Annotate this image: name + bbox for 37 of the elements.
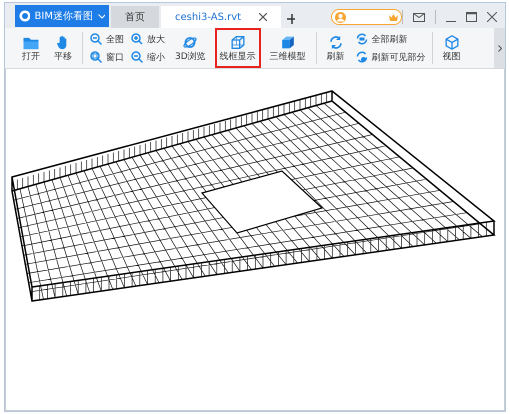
folder-icon bbox=[22, 35, 40, 50]
toolbar-button[interactable]: 刷新可见部分 bbox=[354, 50, 426, 64]
user-account-field[interactable] bbox=[330, 9, 402, 25]
wireframe-cube-icon bbox=[228, 35, 247, 50]
close-tab-icon[interactable] bbox=[259, 13, 267, 21]
refresh-all-icon bbox=[354, 32, 369, 46]
app-title: BIM迷你看图 bbox=[34, 10, 93, 23]
mail-icon[interactable] bbox=[413, 12, 425, 22]
toolbar-button[interactable]: 窗口 bbox=[89, 50, 124, 64]
refresh-visible-icon bbox=[354, 50, 369, 64]
zoom-fit-icon bbox=[89, 32, 103, 46]
cube-view-icon bbox=[442, 35, 461, 50]
toolbar-button[interactable]: 放大 bbox=[130, 32, 165, 46]
user-avatar-icon bbox=[334, 12, 346, 22]
toolbar-button[interactable]: 刷新 bbox=[322, 28, 350, 68]
toolbar-button[interactable]: 三维模型 bbox=[264, 28, 311, 68]
chevron-right-icon bbox=[498, 44, 502, 52]
toolbar-button[interactable]: 平移 bbox=[49, 28, 77, 68]
plus-icon[interactable] bbox=[287, 14, 295, 24]
toolbar-button[interactable]: 全部刷新 bbox=[354, 32, 426, 46]
tab[interactable]: 首页 bbox=[111, 6, 159, 28]
app-menu-button[interactable]: BIM迷你看图 bbox=[15, 5, 109, 27]
zoom-window-icon bbox=[89, 50, 103, 64]
zoom-out-icon bbox=[130, 50, 144, 64]
toolbar-button[interactable]: 打开 bbox=[17, 28, 45, 68]
maximize-icon[interactable] bbox=[466, 12, 477, 22]
toolbar-button[interactable]: 视图 bbox=[438, 28, 466, 68]
chevron-down-icon bbox=[98, 14, 105, 18]
toolbar-button[interactable]: 线框显示 bbox=[214, 28, 261, 68]
orbit-icon bbox=[181, 35, 200, 50]
close-icon[interactable] bbox=[487, 12, 497, 22]
tab[interactable]: ceshi3-AS.rvt bbox=[161, 6, 281, 28]
toolbar-button[interactable]: 3D浏览 bbox=[170, 28, 211, 68]
toolbar-button[interactable]: 缩小 bbox=[130, 50, 165, 64]
toolbar-button[interactable]: 全图 bbox=[89, 32, 124, 46]
app-logo-icon bbox=[19, 10, 30, 22]
crown-icon bbox=[389, 14, 398, 20]
